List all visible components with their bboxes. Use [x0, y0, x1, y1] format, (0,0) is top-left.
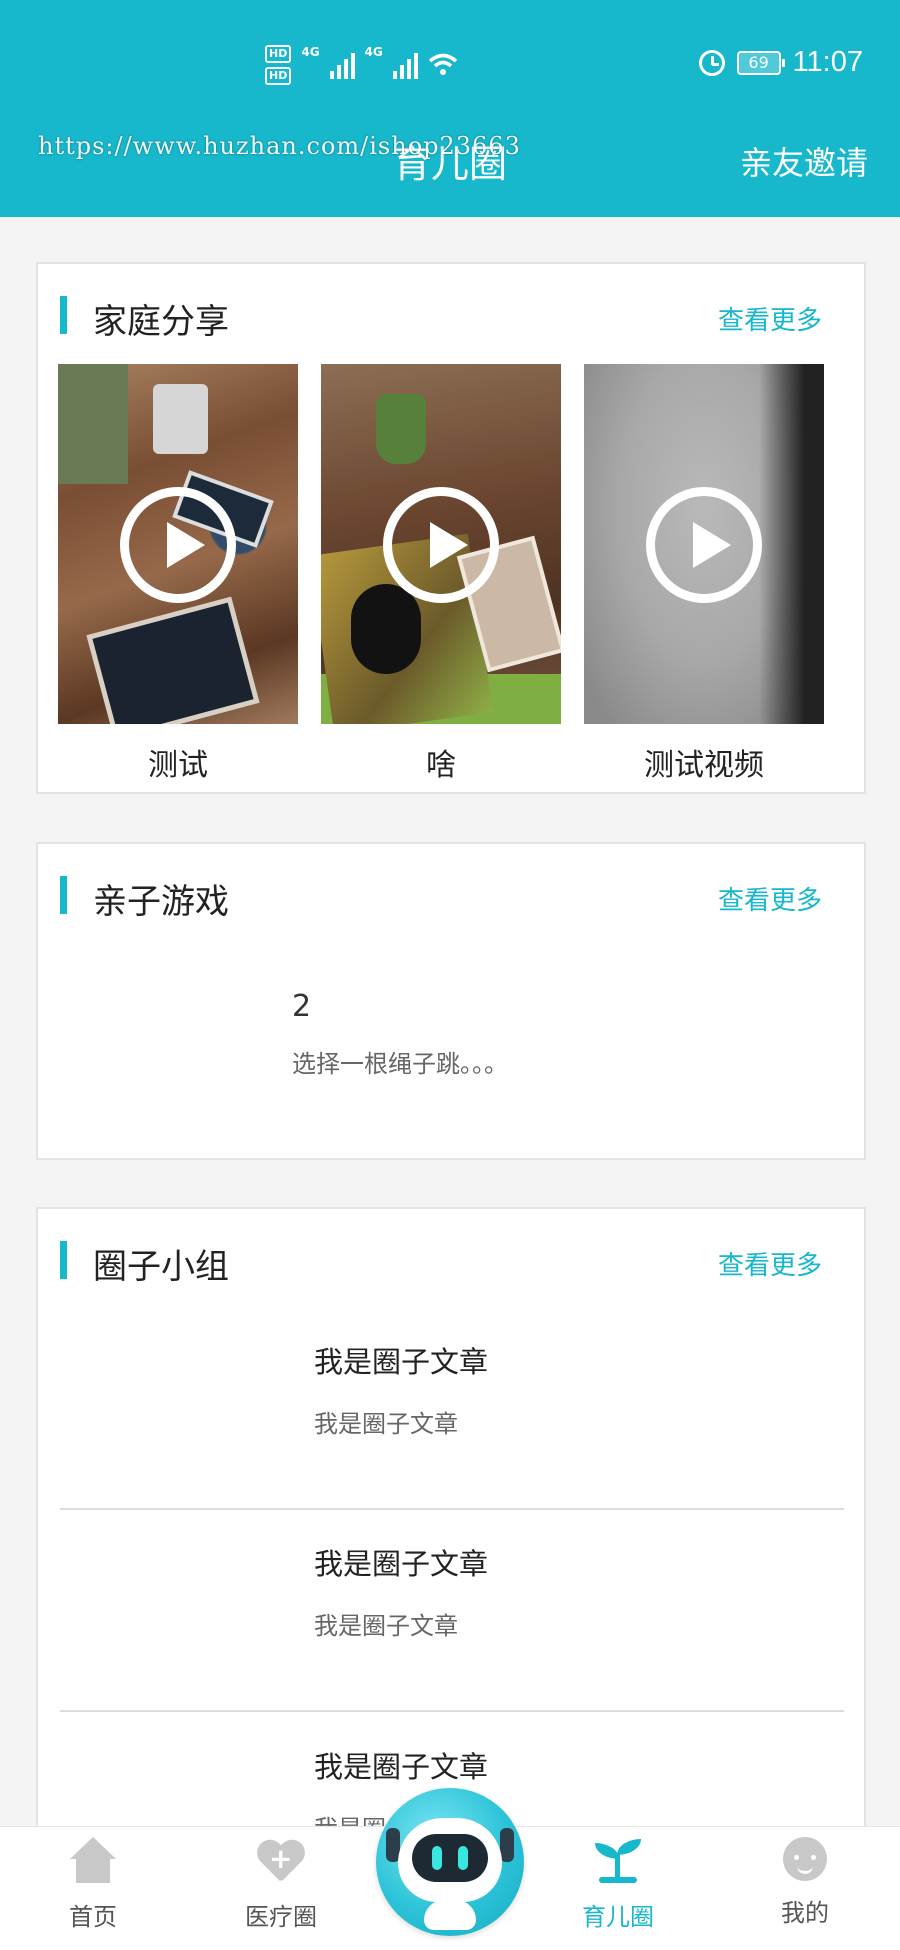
nav-label: 医疗圈: [245, 1903, 317, 1931]
video-caption: 测试: [148, 748, 208, 783]
article-title: 我是圈子文章: [314, 1750, 489, 1784]
home-icon: [68, 1837, 118, 1885]
family-share-title: 家庭分享: [93, 302, 229, 342]
game-description: 选择一根绳子跳。。。: [292, 1050, 508, 1078]
nav-label: 首页: [69, 1903, 117, 1931]
video-caption: 测试视频: [644, 748, 764, 783]
article-item[interactable]: 我是圈子文章 我是圈子文章: [60, 1339, 844, 1541]
circle-groups-header: 圈子小组 查看更多: [38, 1209, 864, 1299]
section-accent-bar: [60, 296, 67, 334]
play-icon[interactable]: [383, 487, 499, 603]
circle-groups-title: 圈子小组: [93, 1247, 229, 1287]
nav-label: 我的: [781, 1899, 829, 1927]
signal-icon-1: [329, 51, 355, 79]
app-header: HD HD 4G 4G 69 11:07 育儿圈 https://www.huz…: [0, 0, 900, 217]
robot-assistant-icon: [398, 1818, 502, 1902]
medical-heart-icon: +: [256, 1837, 306, 1885]
video-thumbnail[interactable]: [58, 364, 298, 724]
parent-child-games-card: 亲子游戏 查看更多 2 选择一根绳子跳。。。: [36, 842, 866, 1160]
system-indicators: 69 11:07: [698, 46, 863, 79]
nav-profile[interactable]: 我的: [740, 1837, 870, 1928]
robot-body: [424, 1900, 476, 1930]
divider: [60, 1508, 844, 1510]
network-type-1: 4G: [301, 45, 320, 59]
article-summary: 我是圈子文章: [314, 1410, 458, 1438]
games-header: 亲子游戏 查看更多: [38, 844, 864, 934]
article-title: 我是圈子文章: [314, 1345, 489, 1379]
family-share-more-link[interactable]: 查看更多: [718, 300, 822, 337]
play-icon[interactable]: [646, 487, 762, 603]
circle-groups-more-link[interactable]: 查看更多: [718, 1245, 822, 1282]
play-icon[interactable]: [120, 487, 236, 603]
hd-badge-2: HD: [265, 67, 292, 85]
network-type-2: 4G: [364, 45, 383, 59]
status-bar: HD HD 4G 4G 69 11:07: [0, 40, 900, 90]
robot-assistant-button[interactable]: [376, 1788, 524, 1936]
wifi-icon: [428, 53, 457, 75]
divider: [60, 1710, 844, 1712]
video-caption: 啥: [426, 748, 456, 783]
nav-home[interactable]: 首页: [28, 1837, 158, 1932]
article-summary: 我是圈子文章: [314, 1612, 458, 1640]
article-item[interactable]: 我是圈子文章 我是圈子文章: [60, 1541, 844, 1743]
family-share-card: 家庭分享 查看更多 测试 啥 测试视频: [36, 262, 866, 794]
game-title[interactable]: 2: [292, 989, 311, 1024]
sprout-icon: [593, 1837, 643, 1885]
profile-face-icon: [783, 1837, 827, 1881]
family-share-header: 家庭分享 查看更多: [38, 264, 864, 354]
video-item[interactable]: 测试: [58, 364, 298, 784]
robot-ear: [500, 1828, 514, 1862]
games-title: 亲子游戏: [93, 882, 229, 922]
hd-badge-1: HD: [265, 45, 292, 63]
signal-icon-2: [392, 51, 418, 79]
video-thumbnail[interactable]: [584, 364, 824, 724]
nav-medical[interactable]: + 医疗圈: [216, 1837, 346, 1932]
network-indicators: HD HD 4G 4G: [265, 45, 458, 85]
video-item[interactable]: 测试视频: [584, 364, 824, 784]
invite-family-button[interactable]: 亲友邀请: [740, 138, 868, 184]
nav-label: 育儿圈: [582, 1903, 654, 1931]
circle-groups-card: 圈子小组 查看更多 我是圈子文章 我是圈子文章 我是圈子文章 我是圈子文章 我是…: [36, 1207, 866, 1847]
video-item[interactable]: 啥: [321, 364, 561, 784]
battery-icon: 69: [736, 50, 785, 75]
games-more-link[interactable]: 查看更多: [718, 880, 822, 917]
video-thumbnail[interactable]: [321, 364, 561, 724]
watermark-url: https://www.huzhan.com/ishop23663: [38, 132, 521, 160]
article-title: 我是圈子文章: [314, 1547, 489, 1581]
alarm-icon: [698, 49, 725, 76]
clock: 11:07: [792, 46, 863, 78]
nav-parenting[interactable]: 育儿圈: [553, 1837, 683, 1932]
section-accent-bar: [60, 876, 67, 914]
section-accent-bar: [60, 1241, 67, 1279]
